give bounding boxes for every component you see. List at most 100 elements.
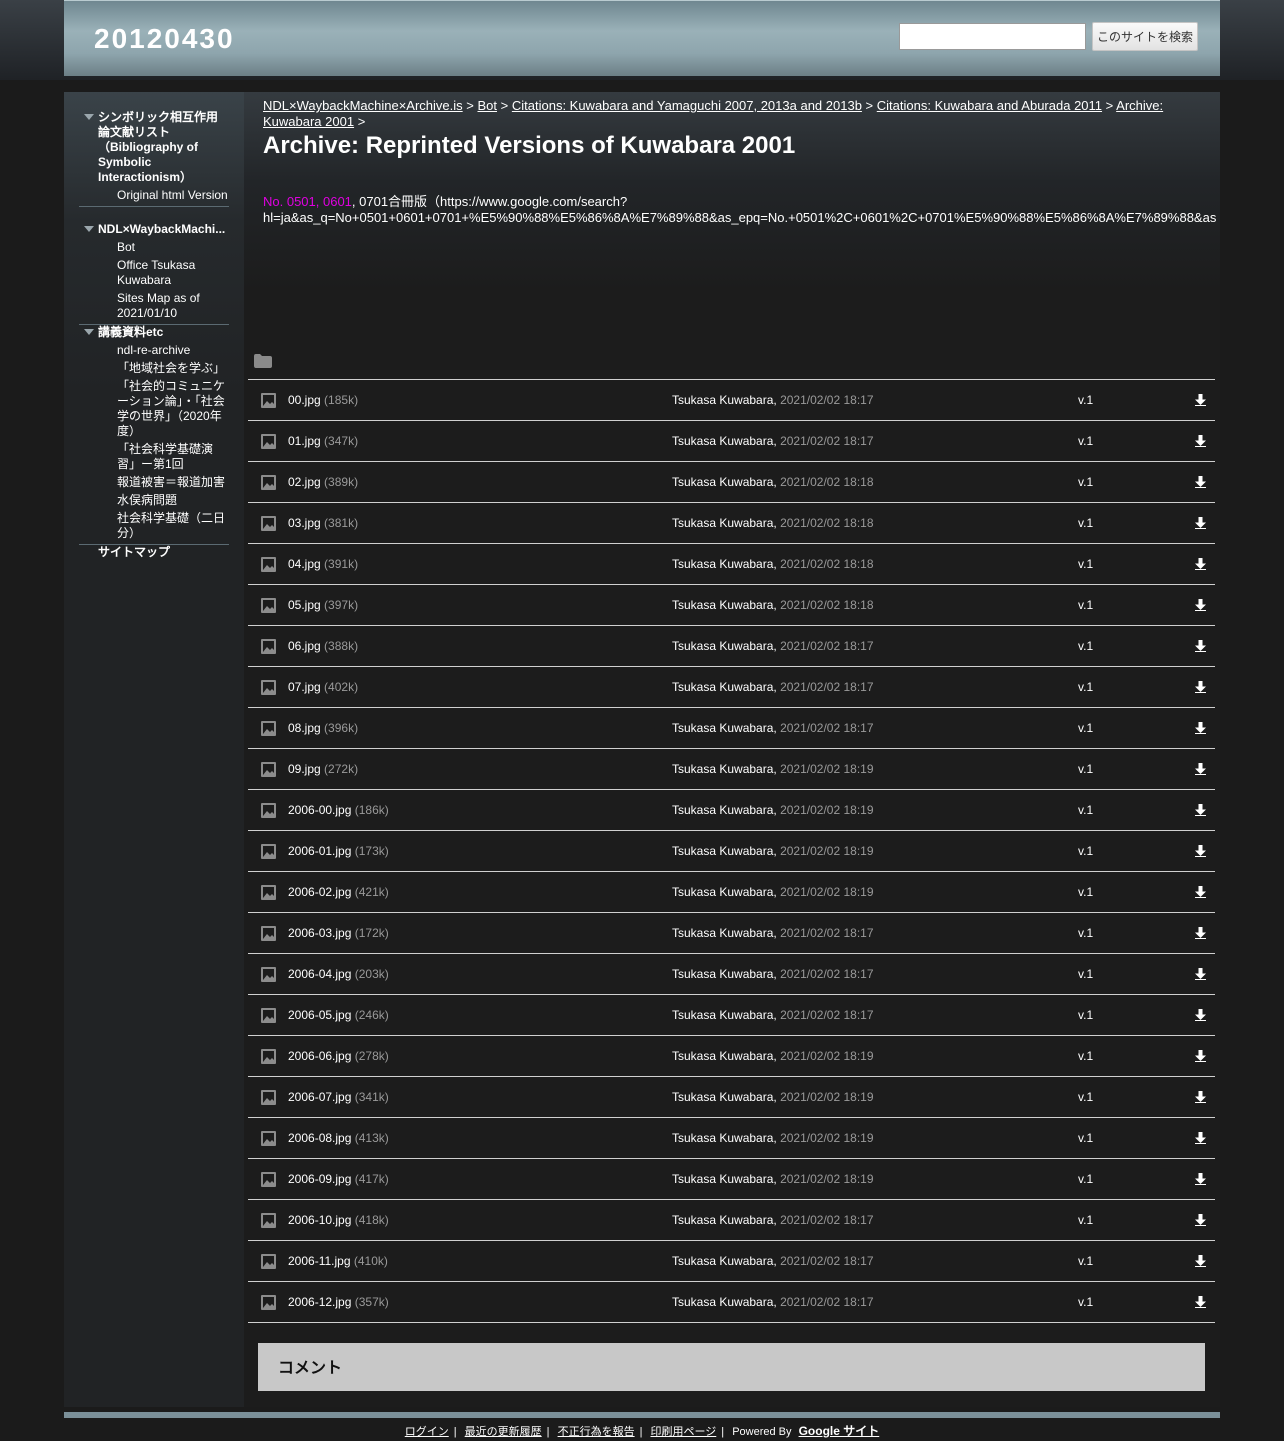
footer-link-login[interactable]: ログイン — [405, 1426, 449, 1438]
file-name-link[interactable]: 05.jpg — [288, 598, 321, 612]
download-icon[interactable] — [1195, 1214, 1206, 1226]
download-icon[interactable] — [1195, 968, 1206, 980]
breadcrumb-link[interactable]: NDL×WaybackMachine×Archive.is — [263, 98, 463, 113]
breadcrumb-link[interactable]: Citations: Kuwabara and Aburada 2011 — [877, 98, 1102, 113]
search-input[interactable] — [899, 23, 1086, 50]
sidebar-item-sites-map[interactable]: Sites Map as of 2021/01/10 — [79, 291, 229, 321]
file-version-link[interactable]: v.1 — [1078, 475, 1093, 489]
sidebar-item-houdou[interactable]: 報道被害＝報道加害 — [79, 475, 229, 490]
search-button[interactable]: このサイトを検索 — [1092, 22, 1198, 51]
file-version-link[interactable]: v.1 — [1078, 1213, 1093, 1227]
download-icon[interactable] — [1195, 681, 1206, 693]
download-icon[interactable] — [1195, 927, 1206, 939]
file-name-link[interactable]: 2006-11.jpg — [288, 1254, 351, 1268]
file-name-link[interactable]: 2006-05.jpg — [288, 1008, 351, 1022]
breadcrumb-link[interactable]: Citations: Kuwabara and Yamaguchi 2007, … — [512, 98, 862, 113]
file-name-link[interactable]: 2006-03.jpg — [288, 926, 351, 940]
file-version-link[interactable]: v.1 — [1078, 885, 1093, 899]
download-icon[interactable] — [1195, 1009, 1206, 1021]
file-version-link[interactable]: v.1 — [1078, 1254, 1093, 1268]
file-name-link[interactable]: 07.jpg — [288, 680, 321, 694]
file-name-link[interactable]: 2006-02.jpg — [288, 885, 351, 899]
file-name-link[interactable]: 2006-07.jpg — [288, 1090, 351, 1104]
file-name-link[interactable]: 2006-06.jpg — [288, 1049, 351, 1063]
download-icon[interactable] — [1195, 599, 1206, 611]
sidebar-item-chiiki[interactable]: 「地域社会を学ぶ」 — [79, 361, 229, 376]
file-name-link[interactable]: 2006-01.jpg — [288, 844, 351, 858]
nav-group-heading[interactable]: シンボリック相互作用論文献リスト（Bibliography of Symboli… — [79, 110, 229, 185]
download-icon[interactable] — [1195, 558, 1206, 570]
footer-link-report-abuse[interactable]: 不正行為を報告 — [558, 1426, 635, 1438]
footer-link-print-page[interactable]: 印刷用ページ — [651, 1426, 717, 1438]
download-icon[interactable] — [1195, 804, 1206, 816]
file-name-link[interactable]: 2006-10.jpg — [288, 1213, 351, 1227]
download-icon[interactable] — [1195, 640, 1206, 652]
download-icon[interactable] — [1195, 1091, 1206, 1103]
sidebar-item-minamata[interactable]: 水俣病問題 — [79, 493, 229, 508]
file-version-link[interactable]: v.1 — [1078, 803, 1093, 817]
file-version-link[interactable]: v.1 — [1078, 1008, 1093, 1022]
footer-link-google-sites[interactable]: Google サイト — [799, 1424, 880, 1438]
file-version-link[interactable]: v.1 — [1078, 393, 1093, 407]
file-name-link[interactable]: 01.jpg — [288, 434, 321, 448]
file-version-link[interactable]: v.1 — [1078, 1090, 1093, 1104]
folder-icon[interactable] — [254, 354, 272, 368]
file-name-link[interactable]: 04.jpg — [288, 557, 321, 571]
download-icon[interactable] — [1195, 763, 1206, 775]
file-name-link[interactable]: 03.jpg — [288, 516, 321, 530]
sidebar-item-kiso-two-days[interactable]: 社会科学基礎（二日分） — [79, 511, 229, 541]
file-version-link[interactable]: v.1 — [1078, 926, 1093, 940]
collapse-triangle-icon[interactable] — [84, 329, 94, 335]
file-version-link[interactable]: v.1 — [1078, 844, 1093, 858]
file-name-link[interactable]: 2006-04.jpg — [288, 967, 351, 981]
file-name-link[interactable]: 02.jpg — [288, 475, 321, 489]
file-version-link[interactable]: v.1 — [1078, 557, 1093, 571]
file-version-link[interactable]: v.1 — [1078, 1295, 1093, 1309]
sidebar-item-ndl-re-archive[interactable]: ndl-re-archive — [79, 343, 229, 358]
download-icon[interactable] — [1195, 886, 1206, 898]
download-icon[interactable] — [1195, 1296, 1206, 1308]
file-version-link[interactable]: v.1 — [1078, 1049, 1093, 1063]
breadcrumb-link[interactable]: Bot — [478, 98, 498, 113]
download-icon[interactable] — [1195, 722, 1206, 734]
sidebar-item-office[interactable]: Office Tsukasa Kuwabara — [79, 258, 229, 288]
download-icon[interactable] — [1195, 435, 1206, 447]
file-version-link[interactable]: v.1 — [1078, 1172, 1093, 1186]
file-version-link[interactable]: v.1 — [1078, 434, 1093, 448]
file-version-link[interactable]: v.1 — [1078, 516, 1093, 530]
site-title[interactable]: 20120430 — [94, 23, 235, 55]
file-name-link[interactable]: 09.jpg — [288, 762, 321, 776]
file-version-link[interactable]: v.1 — [1078, 639, 1093, 653]
nav-group-heading[interactable]: 講義資料etc — [79, 325, 229, 340]
sidebar-item-original-html[interactable]: Original html Version — [79, 188, 229, 203]
file-version-link[interactable]: v.1 — [1078, 721, 1093, 735]
file-version-link[interactable]: v.1 — [1078, 598, 1093, 612]
file-version-link[interactable]: v.1 — [1078, 680, 1093, 694]
collapse-triangle-icon[interactable] — [84, 114, 94, 120]
download-icon[interactable] — [1195, 1132, 1206, 1144]
download-icon[interactable] — [1195, 845, 1206, 857]
file-name-link[interactable]: 08.jpg — [288, 721, 321, 735]
file-name-link[interactable]: 2006-00.jpg — [288, 803, 351, 817]
file-name-link[interactable]: 2006-12.jpg — [288, 1295, 351, 1309]
file-name-link[interactable]: 2006-09.jpg — [288, 1172, 351, 1186]
collapse-triangle-icon[interactable] — [84, 226, 94, 232]
file-name-link[interactable]: 00.jpg — [288, 393, 321, 407]
sidebar-item-communication[interactable]: 「社会的コミュニケーション論」・「社会学の世界」（2020年度） — [79, 379, 229, 439]
file-name-link[interactable]: 2006-08.jpg — [288, 1131, 351, 1145]
sidebar-item-kiso-enshu[interactable]: 「社会科学基礎演習」ー第1回 — [79, 442, 229, 472]
file-version-link[interactable]: v.1 — [1078, 762, 1093, 776]
file-name-link[interactable]: 06.jpg — [288, 639, 321, 653]
download-icon[interactable] — [1195, 517, 1206, 529]
file-version-link[interactable]: v.1 — [1078, 1131, 1093, 1145]
footer-link-recent-activity[interactable]: 最近の更新履歴 — [465, 1426, 542, 1438]
download-icon[interactable] — [1195, 1173, 1206, 1185]
nav-group-heading[interactable]: NDL×WaybackMachi... — [79, 222, 229, 237]
sidebar-item-sitemap[interactable]: サイトマップ — [79, 545, 229, 560]
sidebar-item-bot[interactable]: Bot — [79, 240, 229, 255]
download-icon[interactable] — [1195, 1050, 1206, 1062]
download-icon[interactable] — [1195, 394, 1206, 406]
download-icon[interactable] — [1195, 476, 1206, 488]
file-version-link[interactable]: v.1 — [1078, 967, 1093, 981]
download-icon[interactable] — [1195, 1255, 1206, 1267]
